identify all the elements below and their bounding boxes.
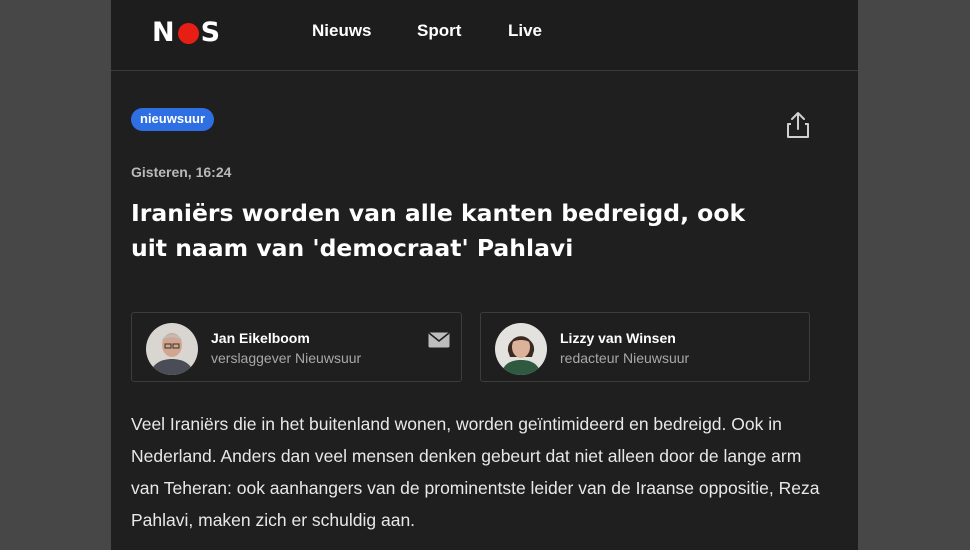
avatar	[495, 323, 547, 375]
site-header: NS Nieuws Sport Live	[111, 0, 858, 71]
article-lead: Veel Iraniërs die in het buitenland wone…	[131, 414, 820, 530]
author-card[interactable]: Lizzy van Winsen redacteur Nieuwsuur	[480, 312, 810, 382]
author-name[interactable]: Jan Eikelboom	[211, 330, 310, 346]
article-headline: Iraniërs worden van alle kanten bedreigd…	[131, 199, 746, 262]
nav-nieuws[interactable]: Nieuws	[312, 21, 372, 41]
nos-logo[interactable]: NS	[152, 17, 221, 48]
publish-time: Gisteren, 16:24	[131, 164, 232, 180]
author-role: verslaggever Nieuwsuur	[211, 350, 362, 366]
nav-sport[interactable]: Sport	[417, 21, 461, 41]
mail-icon[interactable]	[428, 332, 450, 348]
article-page: NS Nieuws Sport Live nieuwsuur Gisteren,…	[111, 0, 858, 550]
author-role: redacteur Nieuwsuur	[560, 350, 690, 366]
author-card[interactable]: Jan Eikelboom verslaggever Nieuwsuur	[131, 312, 462, 382]
share-icon[interactable]	[783, 109, 813, 141]
nav-live[interactable]: Live	[508, 21, 542, 41]
author-name[interactable]: Lizzy van Winsen	[560, 330, 676, 346]
program-tag[interactable]: nieuwsuur	[131, 108, 215, 131]
avatar	[146, 323, 198, 375]
